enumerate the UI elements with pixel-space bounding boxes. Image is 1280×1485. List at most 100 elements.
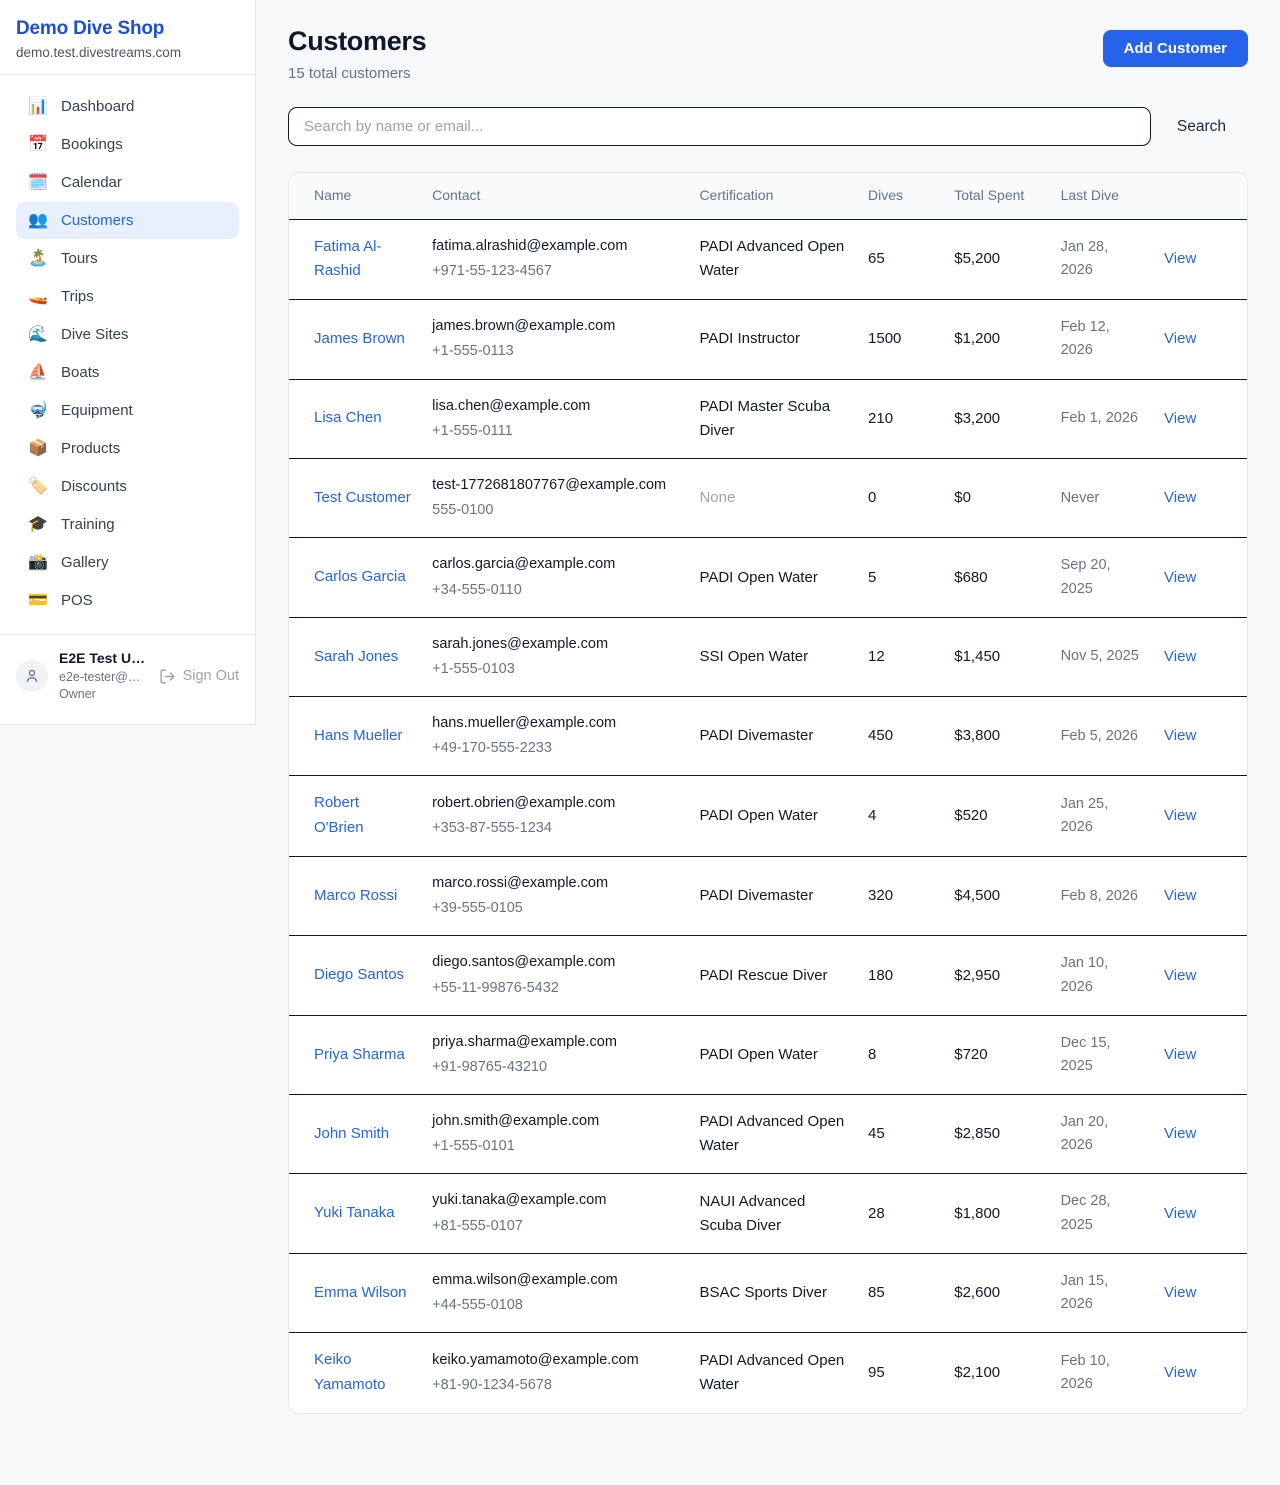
customer-name-link[interactable]: Diego Santos (314, 963, 404, 988)
customer-total-spent: $4,500 (944, 856, 1050, 935)
shop-name: Demo Dive Shop (16, 18, 239, 40)
view-customer-link[interactable]: View (1164, 1284, 1196, 1301)
customer-name-link[interactable]: Carlos Garcia (314, 565, 406, 590)
sidebar-item-dive-sites[interactable]: 🌊 Dive Sites (16, 316, 239, 353)
customer-email: keiko.yamamoto@example.com (432, 1349, 679, 1372)
sidebar-item-dashboard[interactable]: 📊 Dashboard (16, 88, 239, 125)
view-customer-link[interactable]: View (1164, 250, 1196, 267)
customer-phone: +353-87-555-1234 (432, 817, 679, 840)
sidebar-item-tours[interactable]: 🏝️ Tours (16, 240, 239, 277)
customer-dives: 8 (858, 1015, 944, 1094)
sidebar-item-trips[interactable]: 🚤 Trips (16, 278, 239, 315)
sidebar-item-customers[interactable]: 👥 Customers (16, 202, 239, 239)
sidebar-item-boats[interactable]: ⛵ Boats (16, 354, 239, 391)
customer-name-link[interactable]: Yuki Tanaka (314, 1201, 395, 1226)
sidebar-item-gallery[interactable]: 📸 Gallery (16, 544, 239, 581)
sidebar-item-training[interactable]: 🎓 Training (16, 506, 239, 543)
customer-total-spent: $2,850 (944, 1095, 1050, 1174)
search-input[interactable] (288, 107, 1151, 146)
gallery-icon: 📸 (28, 555, 48, 571)
sign-out-label: Sign Out (183, 668, 239, 684)
avatar (16, 660, 48, 692)
table-row: Hans Mueller hans.mueller@example.com +4… (289, 697, 1247, 776)
view-customer-link[interactable]: View (1164, 1205, 1196, 1222)
user-email: e2e-tester@… (59, 669, 148, 687)
customer-total-spent: $3,800 (944, 697, 1050, 776)
table-row: Marco Rossi marco.rossi@example.com +39-… (289, 856, 1247, 935)
user-role: Owner (59, 686, 148, 704)
bookings-icon: 📅 (28, 137, 48, 153)
table-row: Sarah Jones sarah.jones@example.com +1-5… (289, 617, 1247, 696)
customer-name-link[interactable]: Priya Sharma (314, 1043, 405, 1068)
table-row: Yuki Tanaka yuki.tanaka@example.com +81-… (289, 1174, 1247, 1253)
sidebar-item-products[interactable]: 📦 Products (16, 430, 239, 467)
view-customer-link[interactable]: View (1164, 648, 1196, 665)
customer-total-spent: $2,950 (944, 936, 1050, 1015)
customer-phone: +1-555-0103 (432, 658, 679, 681)
customer-name-link[interactable]: Keiko Yamamoto (314, 1348, 412, 1398)
customer-last-dive: Feb 8, 2026 (1051, 856, 1154, 935)
customer-total-spent: $1,800 (944, 1174, 1050, 1253)
customer-dives: 65 (858, 219, 944, 300)
customer-dives: 210 (858, 379, 944, 458)
sidebar-item-calendar[interactable]: 🗓️ Calendar (16, 164, 239, 201)
boats-icon: ⛵ (28, 365, 48, 381)
customer-dives: 320 (858, 856, 944, 935)
customer-certification: NAUI Advanced Scuba Diver (689, 1174, 858, 1253)
view-customer-link[interactable]: View (1164, 489, 1196, 506)
customer-last-dive: Dec 15, 2025 (1051, 1015, 1154, 1094)
view-customer-link[interactable]: View (1164, 1125, 1196, 1142)
sidebar-user-section: E2E Test U… e2e-tester@… Owner Sign Out (0, 634, 255, 720)
sidebar-item-discounts[interactable]: 🏷️ Discounts (16, 468, 239, 505)
customer-name-link[interactable]: Robert O'Brien (314, 791, 412, 841)
discounts-icon: 🏷️ (28, 479, 48, 495)
view-customer-link[interactable]: View (1164, 967, 1196, 984)
sidebar-item-equipment[interactable]: 🤿 Equipment (16, 392, 239, 429)
customer-phone: +39-555-0105 (432, 897, 679, 920)
customer-certification: PADI Open Water (689, 776, 858, 857)
customer-last-dive: Feb 10, 2026 (1051, 1333, 1154, 1413)
customer-total-spent: $680 (944, 538, 1050, 617)
customer-phone: +971-55-123-4567 (432, 260, 679, 283)
view-customer-link[interactable]: View (1164, 1046, 1196, 1063)
customer-name-link[interactable]: Test Customer (314, 486, 411, 511)
table-row: Diego Santos diego.santos@example.com +5… (289, 936, 1247, 1015)
customer-name-link[interactable]: Lisa Chen (314, 406, 382, 431)
customer-total-spent: $520 (944, 776, 1050, 857)
table-header-row: Name Contact Certification Dives Total S… (289, 173, 1247, 219)
view-customer-link[interactable]: View (1164, 1364, 1196, 1381)
sign-out-button[interactable]: Sign Out (159, 668, 239, 685)
customer-name-link[interactable]: James Brown (314, 327, 405, 352)
pos-icon: 💳 (28, 593, 48, 609)
customer-email: test-1772681807767@example.com (432, 474, 679, 497)
brand-header: Demo Dive Shop demo.test.divestreams.com (0, 0, 255, 75)
customer-name-link[interactable]: Marco Rossi (314, 884, 397, 909)
search-button[interactable]: Search (1177, 118, 1226, 136)
customer-certification: PADI Divemaster (689, 856, 858, 935)
view-customer-link[interactable]: View (1164, 569, 1196, 586)
view-customer-link[interactable]: View (1164, 887, 1196, 904)
customer-phone: +81-555-0107 (432, 1215, 679, 1238)
user-name: E2E Test U… (59, 649, 148, 669)
page-header: Customers 15 total customers Add Custome… (288, 26, 1248, 82)
sidebar-item-bookings[interactable]: 📅 Bookings (16, 126, 239, 163)
training-icon: 🎓 (28, 517, 48, 533)
page-header-text: Customers 15 total customers (288, 26, 426, 82)
table-row: James Brown james.brown@example.com +1-5… (289, 300, 1247, 379)
customer-email: priya.sharma@example.com (432, 1031, 679, 1054)
customer-name-link[interactable]: Fatima Al-Rashid (314, 235, 412, 285)
column-header-name: Name (289, 173, 422, 219)
add-customer-button[interactable]: Add Customer (1103, 30, 1248, 67)
sidebar-item-pos[interactable]: 💳 POS (16, 582, 239, 619)
view-customer-link[interactable]: View (1164, 330, 1196, 347)
customer-dives: 4 (858, 776, 944, 857)
customer-last-dive: Jan 15, 2026 (1051, 1253, 1154, 1332)
customer-name-link[interactable]: John Smith (314, 1122, 389, 1147)
customer-name-link[interactable]: Hans Mueller (314, 724, 402, 749)
view-customer-link[interactable]: View (1164, 410, 1196, 427)
view-customer-link[interactable]: View (1164, 727, 1196, 744)
customer-name-link[interactable]: Sarah Jones (314, 645, 398, 670)
customer-email: emma.wilson@example.com (432, 1269, 679, 1292)
view-customer-link[interactable]: View (1164, 807, 1196, 824)
customer-name-link[interactable]: Emma Wilson (314, 1281, 407, 1306)
